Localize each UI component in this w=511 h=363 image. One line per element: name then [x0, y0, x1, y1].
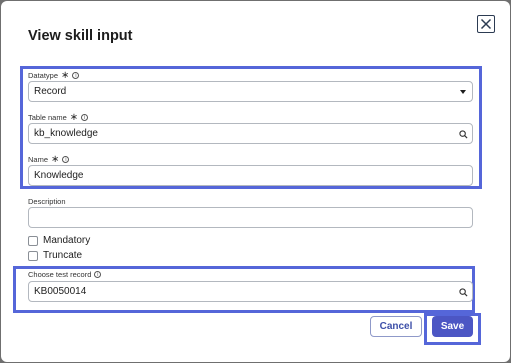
mandatory-checkbox[interactable] [28, 235, 38, 246]
table-name-label: Table name ∗ i [28, 112, 89, 123]
test-record-value: KB0050014 [34, 286, 87, 297]
info-icon[interactable]: i [81, 114, 89, 121]
cancel-button[interactable]: Cancel [370, 316, 422, 337]
close-x-icon [480, 18, 492, 30]
name-label-text: Name [28, 155, 49, 164]
chevron-down-icon [460, 90, 466, 94]
test-record-label: Choose test record i [28, 270, 102, 279]
datatype-label: Datatype ∗ i [28, 70, 80, 81]
required-icon: ∗ [51, 154, 60, 165]
search-icon[interactable] [459, 288, 468, 297]
table-name-input[interactable]: kb_knowledge [28, 123, 473, 144]
datatype-select[interactable]: Record [28, 81, 473, 102]
description-label: Description [28, 197, 66, 206]
mandatory-checkbox-row[interactable]: Mandatory [28, 235, 90, 246]
truncate-checkbox-row[interactable]: Truncate [28, 250, 82, 261]
description-input[interactable] [28, 207, 473, 228]
description-label-text: Description [28, 197, 66, 206]
search-icon[interactable] [459, 130, 468, 139]
dialog-title: View skill input [28, 28, 133, 44]
info-icon[interactable]: i [62, 156, 70, 163]
mandatory-label: Mandatory [43, 235, 91, 246]
test-record-label-text: Choose test record [28, 270, 92, 279]
info-icon[interactable]: i [72, 72, 80, 79]
name-label: Name ∗ i [28, 154, 70, 165]
table-name-label-text: Table name [28, 113, 67, 122]
truncate-label: Truncate [43, 250, 83, 261]
name-value: Knowledge [34, 170, 84, 181]
close-button[interactable] [477, 15, 495, 33]
datatype-label-text: Datatype [28, 71, 59, 80]
name-input[interactable]: Knowledge [28, 165, 473, 186]
truncate-checkbox[interactable] [28, 250, 38, 261]
test-record-input[interactable]: KB0050014 [28, 281, 473, 302]
required-icon: ∗ [69, 112, 79, 123]
required-icon: ∗ [61, 70, 70, 81]
table-name-value: kb_knowledge [34, 128, 98, 139]
info-icon[interactable]: i [94, 271, 102, 278]
save-button[interactable]: Save [432, 316, 473, 337]
datatype-value: Record [34, 86, 67, 97]
